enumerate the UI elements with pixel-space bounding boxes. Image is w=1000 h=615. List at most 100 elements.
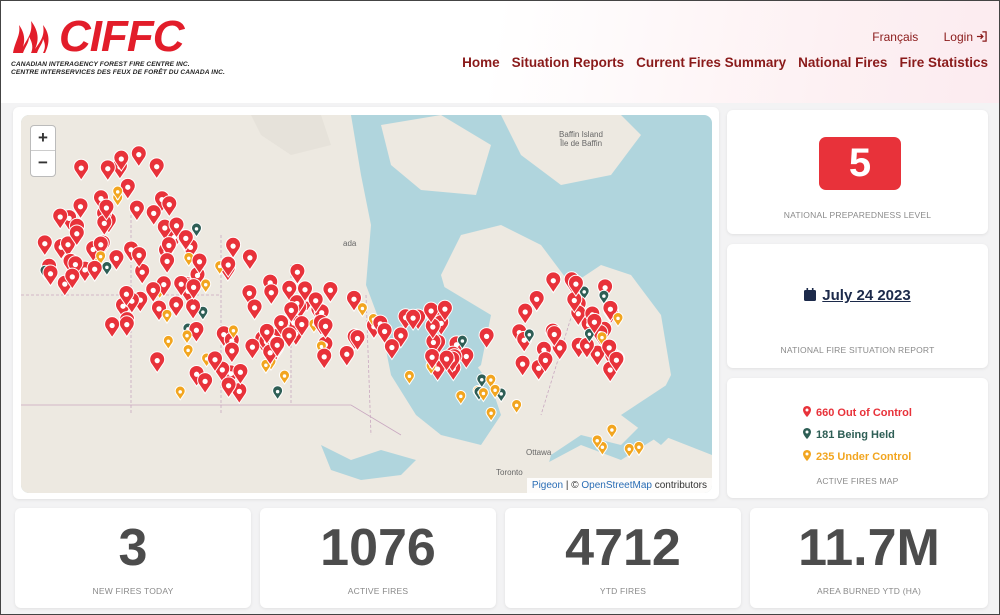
zoom-control: + − <box>30 125 56 177</box>
nav-home[interactable]: Home <box>462 55 500 70</box>
fire-marker-dot <box>42 241 48 247</box>
fire-marker-dot <box>514 403 519 408</box>
nav-fire-statistics[interactable]: Fire Statistics <box>899 55 988 70</box>
zoom-out-button[interactable]: − <box>31 151 55 175</box>
fire-marker-dot <box>98 254 103 259</box>
report-date[interactable]: July 24 2023 <box>727 287 988 304</box>
ciffc-logo[interactable]: CIFFC CANADIAN INTERAGENCY FOREST FIRE C… <box>11 11 225 81</box>
fire-marker-dot <box>125 184 131 190</box>
fire-marker-dot <box>637 445 641 450</box>
fire-marker-dot <box>389 344 395 351</box>
fire-marker-dot <box>196 259 203 265</box>
situation-report-card[interactable]: July 24 2023 NATIONAL FIRE SITUATION REP… <box>727 244 988 368</box>
fire-marker-dot <box>600 335 604 340</box>
fire-marker-dot <box>536 365 542 371</box>
fire-marker-dot <box>575 311 581 317</box>
fire-marker-dot <box>607 306 614 312</box>
fire-marker-dot <box>595 438 599 443</box>
fire-marker-dot <box>264 363 268 367</box>
preparedness-card[interactable]: 5 NATIONAL PREPAREDNESS LEVEL <box>727 110 988 234</box>
fire-marker-dot <box>321 354 327 360</box>
fire-marker-dot <box>74 231 80 237</box>
fire-marker-dot <box>322 323 329 330</box>
fire-marker-dot <box>251 305 258 311</box>
fire-marker-dot <box>190 304 196 310</box>
fire-marker-dot <box>286 286 292 292</box>
report-date-text: July 24 2023 <box>822 287 911 304</box>
fire-marker-dot <box>178 390 182 394</box>
map-label-toronto: Toronto <box>496 468 523 477</box>
map-attribution: Pigeon | © OpenStreetMap contributors <box>526 478 712 493</box>
page-frame: CIFFC CANADIAN INTERAGENCY FOREST FIRE C… <box>0 0 1000 615</box>
fire-marker-dot <box>103 205 110 211</box>
fire-marker-dot <box>481 391 486 396</box>
stat-label: ACTIVE FIRES <box>347 586 409 596</box>
fire-marker-dot <box>587 332 592 337</box>
fire-status-legend: 660 Out of Control 181 Being Held 235 Un… <box>803 402 912 468</box>
stat-value: 11.7M <box>798 519 940 577</box>
fire-marker-dot <box>443 356 450 362</box>
fire-marker-dot <box>202 378 208 385</box>
nav-situation-reports[interactable]: Situation Reports <box>512 55 625 70</box>
login-link[interactable]: Login <box>944 30 987 44</box>
fire-marker-dot <box>527 333 532 337</box>
fire-marker-dot <box>282 374 287 378</box>
fire-marker-dot <box>430 339 437 346</box>
fire-marker-dot <box>57 214 63 220</box>
fire-marker-dot <box>442 306 448 312</box>
fire-marker-dot <box>602 285 608 291</box>
pigeon-link[interactable]: Pigeon <box>532 480 563 491</box>
osm-link[interactable]: OpenStreetMap <box>581 480 652 491</box>
fire-marker-dot <box>247 255 253 261</box>
stat-label: YTD FIRES <box>599 586 647 596</box>
logo-subtitle-en: CANADIAN INTERAGENCY FOREST FIRE CENTRE … <box>11 61 190 68</box>
fire-marker-dot <box>286 333 292 339</box>
fire-marker-dot <box>193 327 200 333</box>
fire-marker-dot <box>173 302 179 308</box>
green-pin-icon <box>803 428 811 439</box>
fire-marker-dot <box>186 348 190 353</box>
fire-marker-dot <box>607 367 613 373</box>
fire-marker-dot <box>459 394 463 399</box>
zoom-in-button[interactable]: + <box>31 126 55 151</box>
active-fires-map-card[interactable]: 660 Out of Control 181 Being Held 235 Un… <box>727 378 988 498</box>
fire-marker-dot <box>72 261 79 268</box>
fire-marker-dot <box>398 333 404 339</box>
active-fires-map-caption: ACTIVE FIRES MAP <box>816 476 899 486</box>
fire-marker-dot <box>460 339 465 343</box>
fire-marker-dot <box>173 223 180 229</box>
stat-area-burned: 11.7M AREA BURNED YTD (HA) <box>750 508 988 608</box>
stat-label: NEW FIRES TODAY <box>92 586 174 596</box>
fire-marker-dot <box>249 344 256 350</box>
fire-marker-dot <box>573 281 579 287</box>
nav-current-fires-summary[interactable]: Current Fires Summary <box>636 55 786 70</box>
fire-marker-dot <box>187 256 191 260</box>
fire-marker-dot <box>164 258 170 265</box>
fire-marker-dot <box>150 287 156 294</box>
fire-marker-dot <box>69 274 75 280</box>
stat-new-fires-today: 3 NEW FIRES TODAY <box>15 508 251 608</box>
legend-under-control-text: 235 Under Control <box>816 451 912 463</box>
fire-marker-dot <box>313 298 319 304</box>
fire-marker-dot <box>246 290 253 297</box>
fire-marker-dot <box>430 324 436 330</box>
fire-marker-dot <box>124 321 130 328</box>
fire-marker-dot <box>201 310 205 314</box>
fire-marker-dot <box>231 329 236 333</box>
fire-marker-dot <box>65 242 71 248</box>
fire-marker-dot <box>136 252 142 259</box>
nav-national-fires[interactable]: National Fires <box>798 55 887 70</box>
map-canvas <box>21 115 712 493</box>
fire-marker-dot <box>78 165 84 171</box>
logo-subtitle-fr: CENTRE INTERSERVICES DES FEUX DE FORÊT D… <box>11 69 225 76</box>
language-link[interactable]: Français <box>872 30 918 44</box>
fire-marker-dot <box>166 339 171 344</box>
fire-marker-dot <box>98 242 104 248</box>
fire-marker-dot <box>489 378 493 382</box>
calendar-icon <box>804 288 817 301</box>
fire-marker-dot <box>351 296 357 302</box>
map-label-baffin-en: Baffin Island <box>559 130 603 139</box>
legend-out-of-control: 660 Out of Control <box>803 402 912 424</box>
fire-marker-dot <box>278 320 284 327</box>
fire-map[interactable]: + − Baffin Island Île de Baffin ada Otta… <box>21 115 712 493</box>
